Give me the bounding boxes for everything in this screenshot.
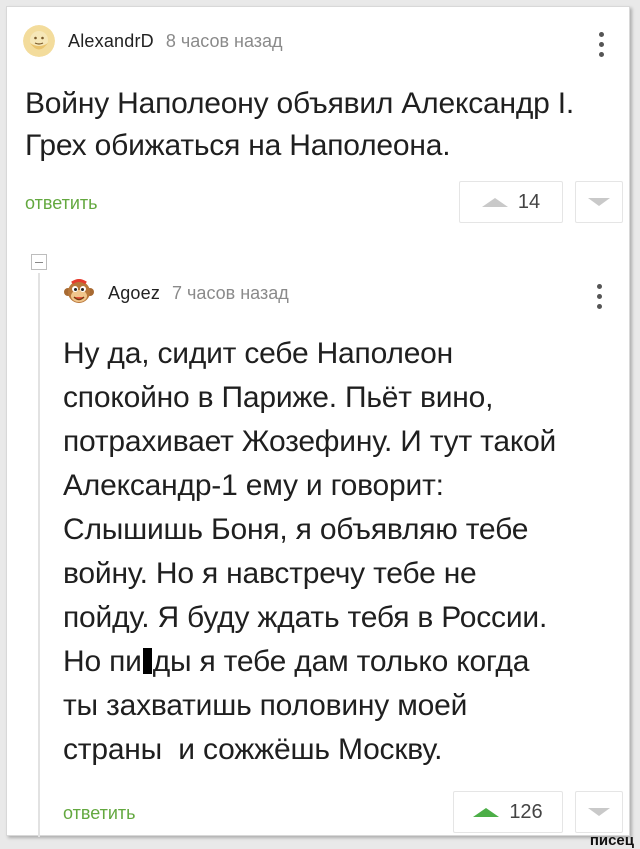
comment-header: Agoez 7 часов назад <box>63 277 289 309</box>
comment-text-line: ты захватишь половину моей <box>63 689 468 722</box>
downvote-button[interactable] <box>575 791 623 833</box>
collapse-thread-button[interactable] <box>31 254 47 270</box>
username[interactable]: AlexandrD <box>68 31 154 52</box>
censor-bar <box>142 648 152 674</box>
comment-text-line: страны и сожжёшь Москву. <box>63 733 443 766</box>
upvote-icon <box>481 197 508 207</box>
reply-link[interactable]: ответить <box>25 193 98 214</box>
more-options-icon[interactable] <box>593 281 605 315</box>
bearded-face-avatar-icon[interactable] <box>23 25 55 57</box>
reply-link[interactable]: ответить <box>63 803 136 824</box>
text-fragment: ды я тебе дам только когда <box>152 645 530 678</box>
timestamp: 8 часов назад <box>165 30 283 51</box>
comment-text-line: Но пи ды я тебе дам только когда <box>63 640 627 684</box>
text-fragment: Но пи <box>63 645 142 678</box>
downvote-icon <box>588 808 610 816</box>
comment-text-line: пойду. Я буду ждать тебя в России. <box>63 601 548 634</box>
comment-text-line: Слышишь Боня, я объявляю тебе <box>63 513 529 546</box>
upvote-icon <box>473 807 500 817</box>
comment-text-line: Александр-1 ему и говорит: <box>63 469 444 502</box>
comment-text-line: Ну да, сидит себе Наполеон <box>63 337 454 370</box>
timestamp: 7 часов назад <box>172 282 289 303</box>
comment-header: AlexandrD 8 часов назад <box>23 25 283 57</box>
comment-text-line: спокойно в Париже. Пьёт вино, <box>63 381 494 414</box>
vote-count: 14 <box>517 190 541 213</box>
downvote-icon <box>588 198 610 206</box>
downvote-button[interactable] <box>575 181 623 223</box>
username[interactable]: Agoez <box>108 283 160 304</box>
more-options-icon[interactable] <box>595 29 607 63</box>
comment-text: Ну да, сидит себе Наполеон спокойно в Па… <box>63 332 627 772</box>
comment-text-line: потрахивает Жозефину. И тут такой <box>63 425 557 458</box>
comments-panel: AlexandrD 8 часов назад Войну Наполеону … <box>6 6 630 837</box>
thread-line <box>38 273 40 837</box>
monkey-avatar-icon[interactable] <box>63 277 95 309</box>
upvote-button[interactable]: 126 <box>453 791 563 833</box>
upvote-button[interactable]: 14 <box>459 181 563 223</box>
watermark: писец <box>589 832 634 849</box>
comment-text-line: войну. Но я навстречу тебе не <box>63 557 477 590</box>
vote-count: 126 <box>509 800 543 823</box>
comment-text: Войну Наполеону объявил Александр I. Гре… <box>25 87 575 162</box>
